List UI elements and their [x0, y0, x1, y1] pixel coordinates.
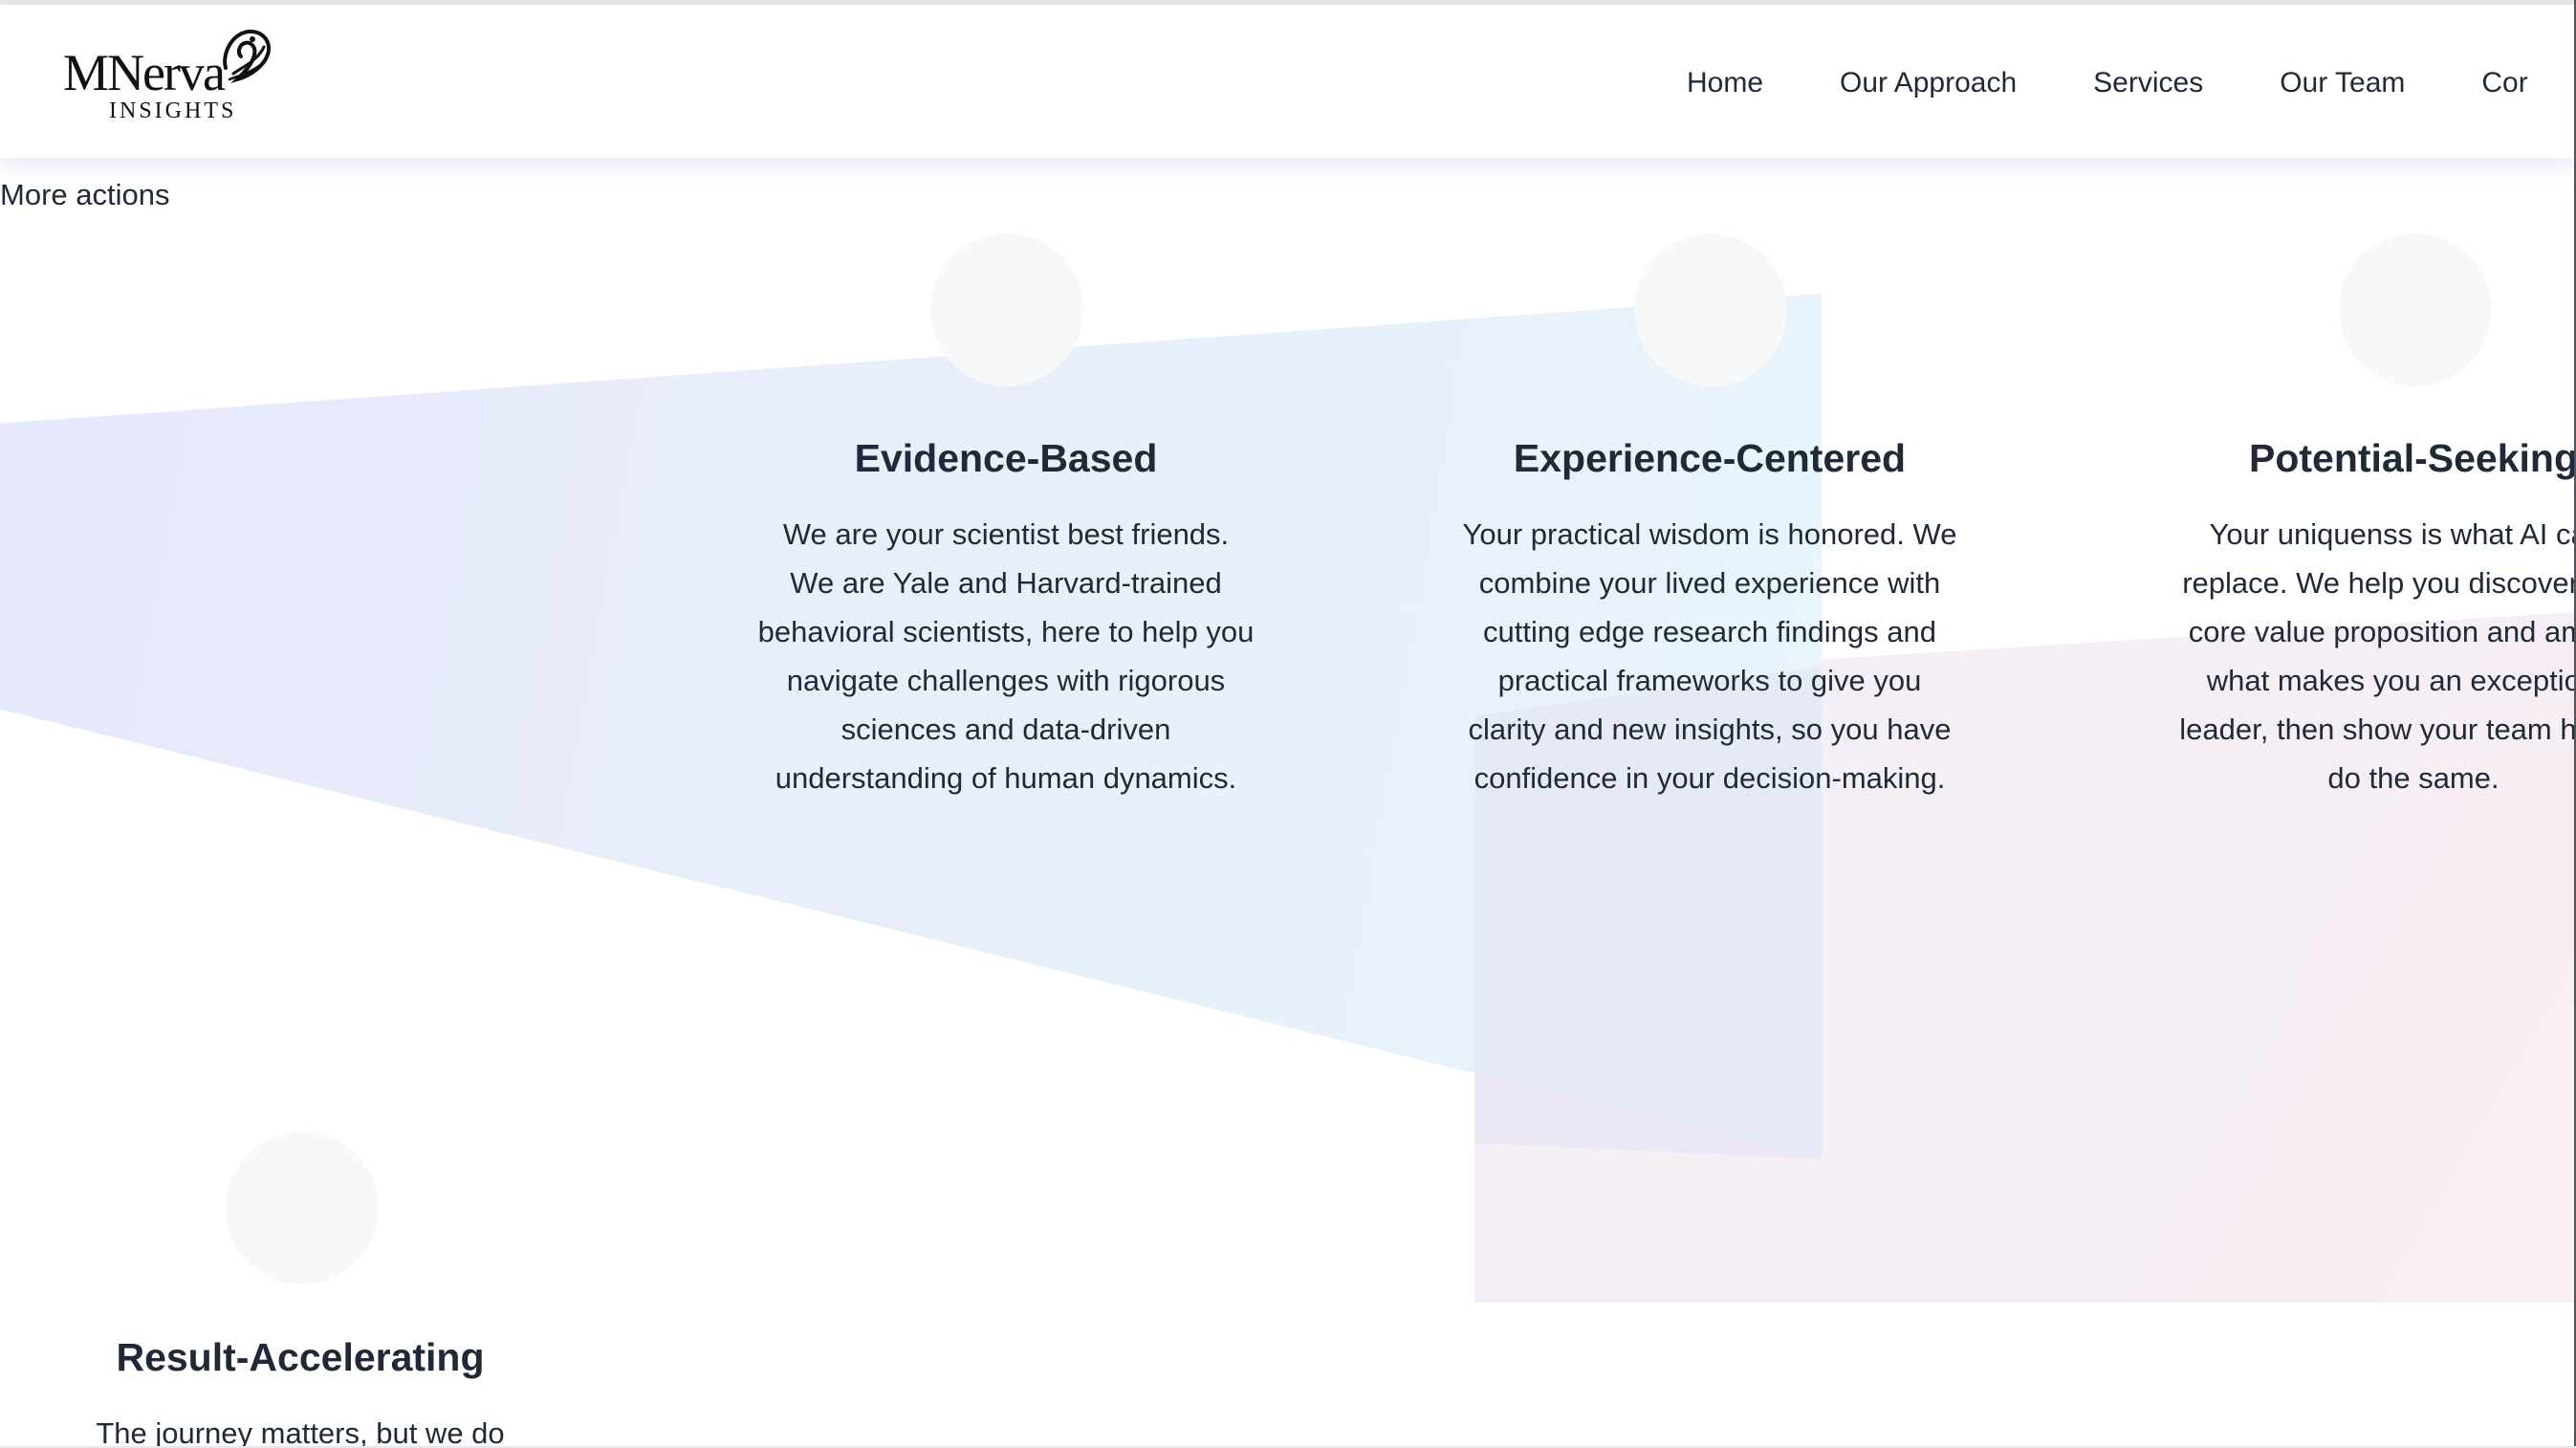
card-icon-circle: [930, 233, 1083, 386]
value-card-potential-seeking: Potential-Seeking Your uniquenss is what…: [2165, 436, 2576, 832]
value-card-result-accelerating: Result-Accelerating The journey matters,…: [52, 1335, 549, 1448]
value-card-evidence-based: Evidence-Based We are your scientist bes…: [757, 436, 1255, 832]
card-description: Your practical wisdom is honored. We com…: [1462, 517, 1957, 795]
nav-our-team[interactable]: Our Team: [2280, 67, 2405, 99]
page: MNerva INSIGHTS Home Our Approach Servic…: [0, 0, 2576, 1448]
brand-logo[interactable]: MNerva INSIGHTS: [63, 26, 293, 131]
nav-home[interactable]: Home: [1687, 67, 1763, 99]
card-description: The journey matters, but we do: [96, 1416, 505, 1448]
brand-name: MNerva: [63, 44, 226, 101]
card-icon-circle: [1634, 233, 1787, 386]
card-title: Experience-Centered: [1513, 436, 1907, 480]
card-description: We are your scientist best friends. We a…: [757, 517, 1255, 795]
more-actions-button[interactable]: More actions: [0, 178, 169, 212]
card-icon-circle: [2339, 233, 2492, 386]
main-nav: Home Our Approach Services Our Team Cor: [1687, 67, 2576, 99]
owl-icon: [223, 29, 271, 84]
nav-services[interactable]: Services: [2093, 67, 2203, 99]
card-title: Evidence-Based: [854, 436, 1158, 480]
value-card-experience-centered: Experience-Centered Your practical wisdo…: [1461, 436, 1958, 832]
card-description: Your uniquenss is what AI can't replace.…: [2179, 517, 2576, 795]
nav-our-approach[interactable]: Our Approach: [1840, 67, 2017, 99]
card-icon-circle: [226, 1131, 379, 1284]
card-title: Potential-Seeking: [2248, 436, 2576, 480]
site-header: MNerva INSIGHTS Home Our Approach Servic…: [0, 5, 2576, 158]
brand-tagline: INSIGHTS: [109, 99, 237, 123]
nav-contact[interactable]: Cor: [2481, 67, 2527, 99]
card-title: Result-Accelerating: [116, 1335, 485, 1379]
